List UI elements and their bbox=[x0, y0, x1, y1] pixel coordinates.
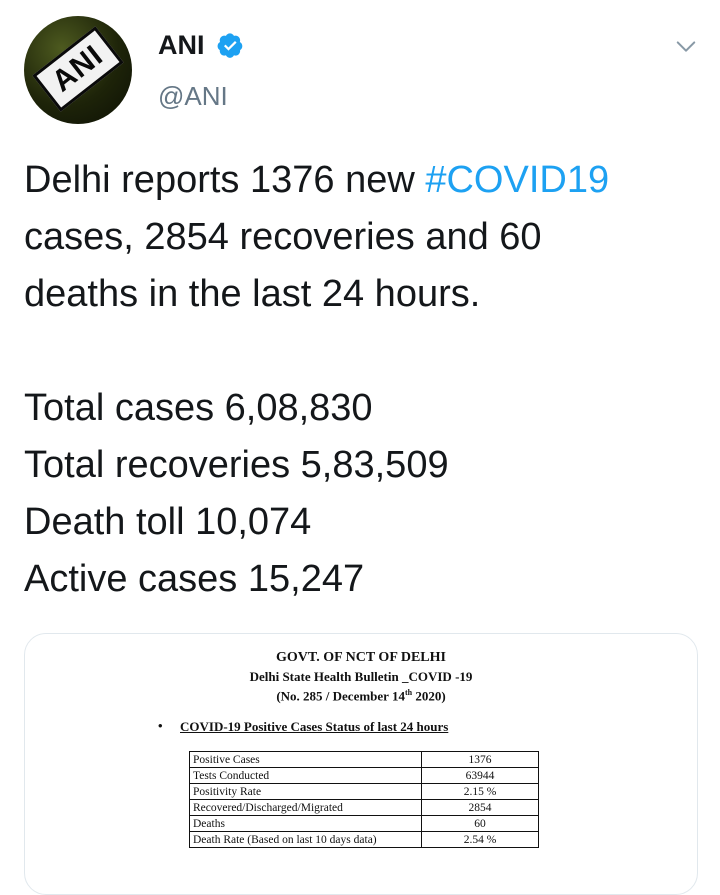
bullet-point: • bbox=[158, 718, 163, 733]
table-label: Deaths bbox=[189, 815, 422, 832]
doc-title: GOVT. OF NCT OF DELHI bbox=[276, 650, 446, 665]
tweet-text: Delhi reports 1376 new #COVID19 cases, 2… bbox=[24, 152, 714, 608]
table-label: Tests Conducted bbox=[189, 767, 422, 784]
status-table: Positive Cases 1376 Tests Conducted 63944 … bbox=[189, 751, 539, 848]
table-row: Deaths 60 bbox=[189, 815, 539, 832]
table-value: 2.54 % bbox=[421, 831, 539, 848]
tweet-line-1: Delhi reports 1376 new bbox=[24, 159, 426, 201]
table-row: Recovered/Discharged/Migrated 2854 bbox=[189, 799, 539, 816]
author-name[interactable]: ANI bbox=[158, 30, 205, 61]
table-label: Recovered/Discharged/Migrated bbox=[189, 799, 422, 816]
bulletin-document: GOVT. OF NCT OF DELHI Delhi State Health… bbox=[25, 634, 697, 866]
table-row: Tests Conducted 63944 bbox=[189, 767, 539, 784]
table-label: Death Rate (Based on last 10 days data) bbox=[189, 831, 422, 848]
doc-issue-line: (No. 285 / December 14th 2020) bbox=[276, 688, 446, 704]
doc-subtitle: Delhi State Health Bulletin _COVID -19 bbox=[249, 669, 473, 684]
table-value: 60 bbox=[421, 815, 539, 832]
table-label: Positive Cases bbox=[189, 751, 422, 768]
table-row: Positivity Rate 2.15 % bbox=[189, 783, 539, 800]
verified-badge-icon bbox=[217, 33, 243, 58]
table-value: 1376 bbox=[421, 751, 539, 768]
tweet-body: cases, 2854 recoveries and 60 deaths in … bbox=[24, 216, 542, 600]
media-card[interactable]: GOVT. OF NCT OF DELHI Delhi State Health… bbox=[24, 633, 698, 895]
table-value: 2854 bbox=[421, 799, 539, 816]
table-row: Death Rate (Based on last 10 days data) 2… bbox=[189, 831, 539, 848]
chevron-down-icon[interactable] bbox=[675, 36, 697, 58]
table-label: Positivity Rate bbox=[189, 783, 422, 800]
doc-section-heading: COVID-19 Positive Cases Status of last 2… bbox=[180, 719, 449, 734]
table-row: Positive Cases 1376 bbox=[189, 751, 539, 768]
author-handle[interactable]: @ANI bbox=[158, 81, 228, 112]
table-value: 63944 bbox=[421, 767, 539, 784]
table-value: 2.15 % bbox=[421, 783, 539, 800]
hashtag-link[interactable]: #COVID19 bbox=[425, 159, 609, 201]
ani-logo: ANI bbox=[32, 26, 124, 112]
avatar[interactable]: ANI bbox=[24, 16, 132, 124]
